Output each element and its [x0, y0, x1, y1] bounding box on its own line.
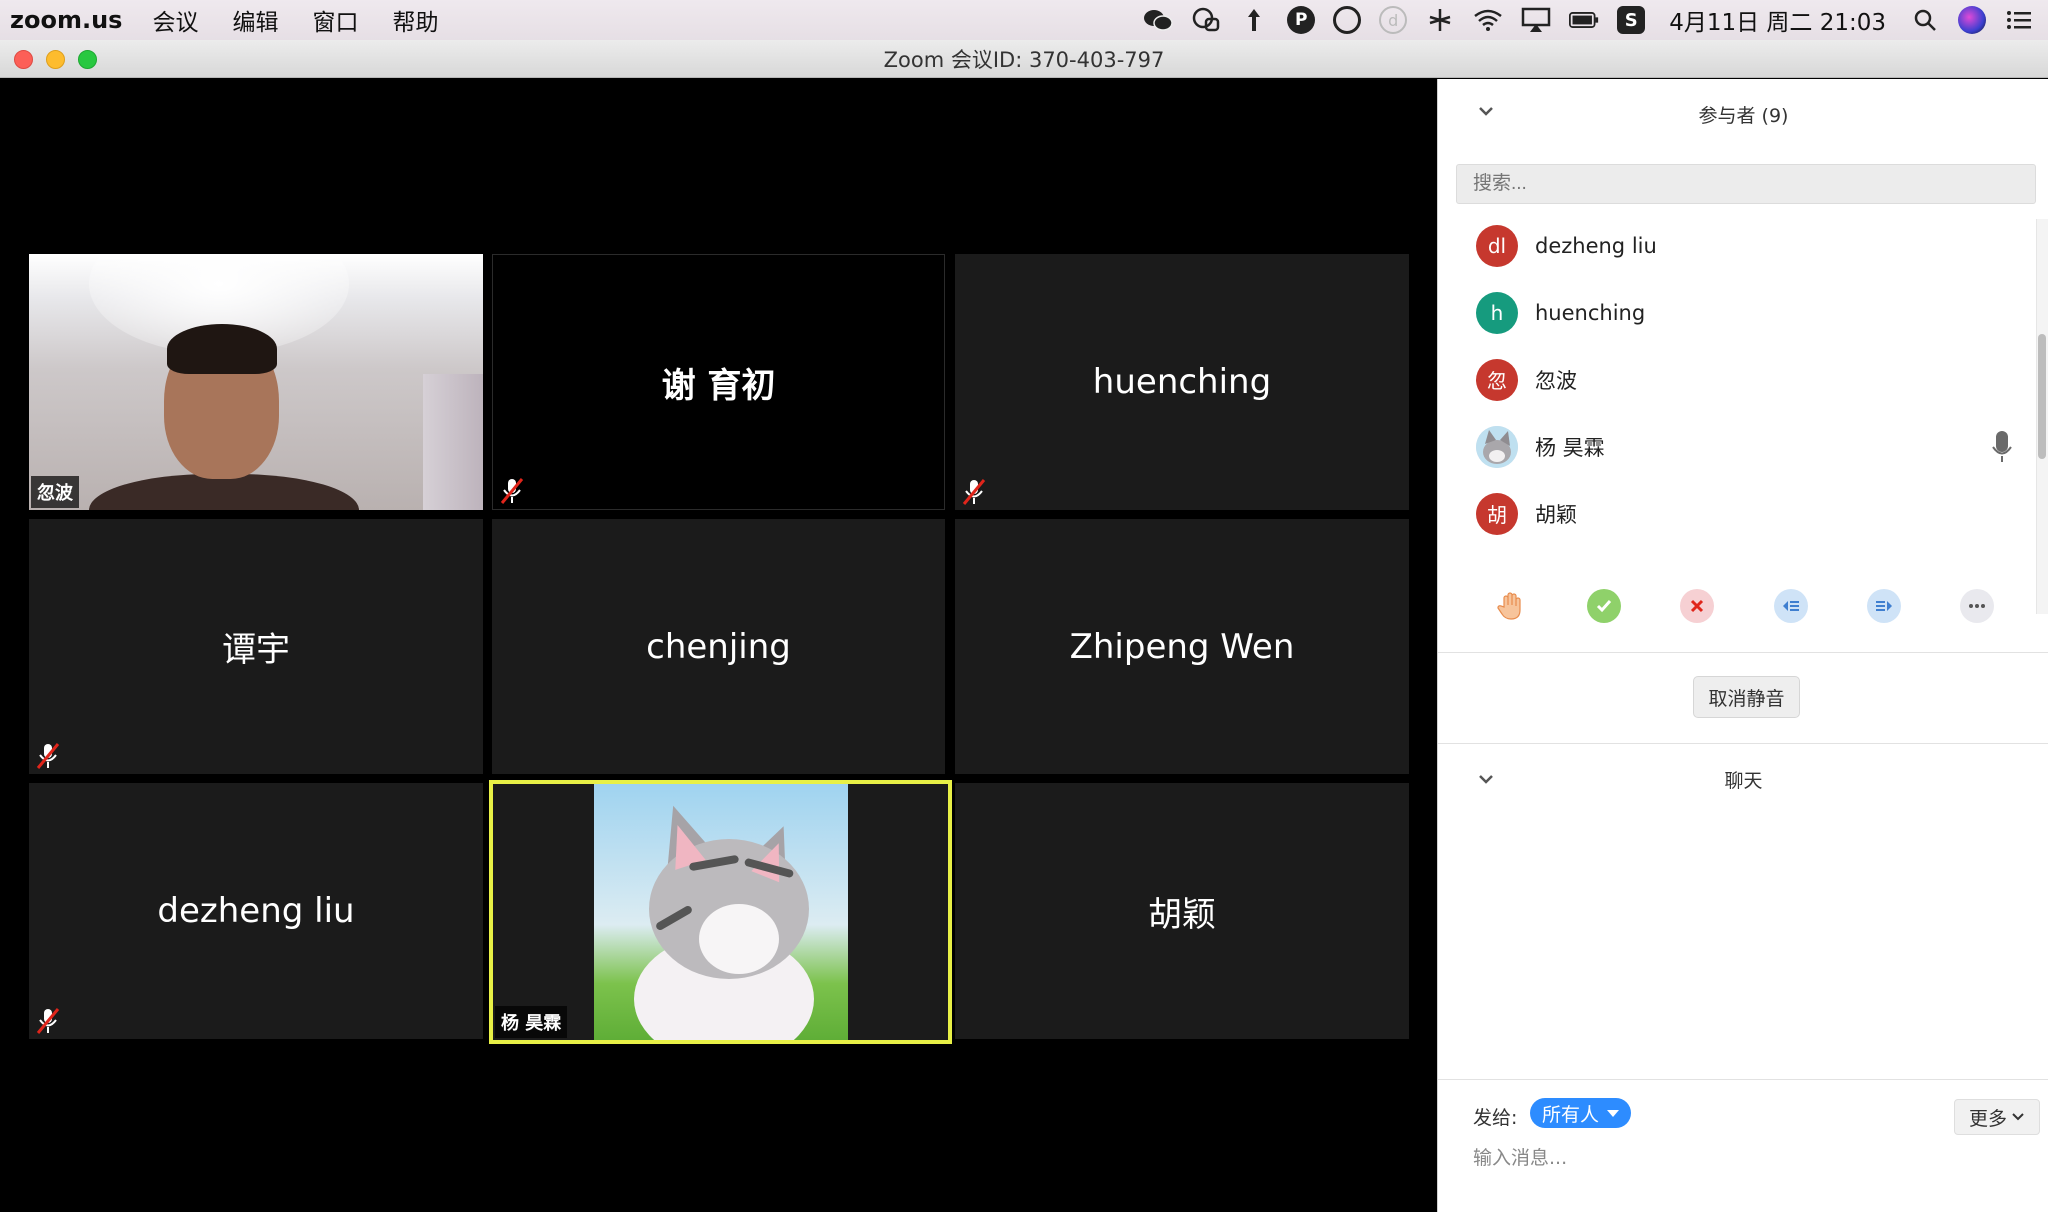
recipient-label: 所有人: [1542, 1103, 1600, 1126]
participant-name: huenching: [1535, 300, 1646, 325]
send-to-label: 发给:: [1473, 1107, 1518, 1129]
recipient-dropdown[interactable]: 所有人: [1530, 1098, 1632, 1128]
notification-list-icon[interactable]: [2004, 5, 2034, 35]
minimize-window-button[interactable]: [46, 50, 65, 69]
participant-name: huenching: [1092, 362, 1272, 402]
window-title: Zoom 会议ID: 370-403-797: [883, 47, 1165, 72]
avatar: 胡: [1476, 492, 1518, 535]
participant-row[interactable]: 忽 忽波: [1438, 346, 2033, 413]
chevron-down-icon[interactable]: [1476, 769, 1496, 789]
participant-row[interactable]: 胡 胡颖: [1438, 480, 2033, 547]
video-tile-dezheng-liu[interactable]: dezheng liu: [29, 783, 483, 1039]
yes-check-icon[interactable]: [1587, 589, 1621, 623]
no-x-icon[interactable]: [1680, 589, 1714, 623]
video-tile-tanyu[interactable]: 谭宇: [29, 519, 483, 774]
chat-message-input[interactable]: [1473, 1147, 2013, 1169]
chat-title: 聊天: [1724, 769, 1763, 792]
participant-name: 胡颖: [1148, 894, 1216, 935]
participant-row[interactable]: 杨 昊霖: [1438, 413, 2033, 480]
chat-bubbles-icon[interactable]: [1191, 5, 1221, 35]
airplay-icon[interactable]: [1521, 5, 1551, 35]
caret-down-icon: [1607, 1109, 1620, 1117]
upload-arrow-icon[interactable]: [1239, 5, 1269, 35]
s-app-icon[interactable]: S: [1617, 6, 1646, 34]
video-tile-caption: 忽波: [31, 476, 79, 508]
avatar: 忽: [1476, 358, 1518, 401]
video-tile-zhipeng-wen[interactable]: Zhipeng Wen: [955, 519, 1409, 774]
participant-name: Zhipeng Wen: [1069, 626, 1295, 667]
menu-edit[interactable]: 编辑: [232, 3, 278, 37]
menu-help[interactable]: 帮助: [392, 3, 438, 37]
divider: [1438, 743, 2048, 744]
close-window-button[interactable]: [14, 50, 33, 69]
webcam-feed: [29, 254, 483, 510]
chevron-down-icon: [2012, 1113, 2024, 1121]
participant-name: 谢 育初: [661, 365, 776, 406]
app-menu-zoom[interactable]: zoom.us: [10, 6, 122, 34]
participant-scrollbar-thumb[interactable]: [2038, 334, 2046, 459]
more-feedback-icon[interactable]: [1960, 589, 1994, 623]
muted-mic-icon: [500, 478, 524, 504]
video-tile-caption: 杨 昊霖: [495, 1006, 568, 1038]
participants-header: 参与者 (9): [1438, 79, 2048, 149]
divider: [1438, 652, 2048, 653]
avatar: [1476, 425, 1518, 468]
participant-name: dezheng liu: [1535, 233, 1657, 258]
menu-window[interactable]: 窗口: [312, 3, 358, 37]
siri-icon[interactable]: [1958, 6, 1986, 34]
more-label: 更多: [1968, 1107, 2007, 1130]
avatar: dl: [1476, 224, 1518, 267]
video-tile-huenching[interactable]: huenching: [955, 254, 1409, 510]
shield-circle-icon[interactable]: [1333, 6, 1362, 34]
unmute-button[interactable]: 取消静音: [1693, 676, 1800, 718]
chevron-down-icon[interactable]: [1476, 101, 1496, 121]
wechat-icon[interactable]: [1143, 5, 1173, 35]
battery-icon: [1569, 5, 1599, 35]
macos-menu-bar: zoom.us 会议 编辑 窗口 帮助 P d S 4月11日 周二 21:03: [0, 0, 2048, 40]
spotlight-search-icon[interactable]: [1910, 5, 1940, 35]
zoom-window-button[interactable]: [78, 50, 97, 69]
window-title-bar: Zoom 会议ID: 370-403-797: [0, 40, 2048, 78]
muted-mic-icon: [36, 1008, 60, 1034]
menubar-clock[interactable]: 4月11日 周二 21:03: [1669, 3, 1886, 37]
muted-mic-icon: [36, 743, 60, 769]
participant-name: 忽波: [1535, 368, 1577, 393]
raise-hand-icon[interactable]: [1494, 589, 1528, 623]
chat-more-button[interactable]: 更多: [1954, 1099, 2040, 1135]
participant-name: 杨 昊霖: [1535, 435, 1605, 460]
microphone-icon[interactable]: [1991, 430, 2013, 464]
go-faster-icon[interactable]: [1867, 589, 1901, 623]
participant-name: 胡颖: [1535, 502, 1577, 527]
video-tile-chenjing[interactable]: chenjing: [492, 519, 945, 774]
video-tile-huying[interactable]: 胡颖: [955, 783, 1409, 1039]
menu-meeting[interactable]: 会议: [152, 3, 198, 37]
participant-name: chenjing: [646, 626, 791, 667]
participant-list: dl dezheng liu h huenching 忽 忽波 杨 昊霖 胡 胡…: [1438, 212, 2033, 547]
video-tile-yang-haolin[interactable]: 杨 昊霖: [489, 780, 952, 1044]
chat-header: 聊天: [1438, 749, 2048, 809]
participant-name: 谭宇: [222, 630, 290, 670]
wifi-icon[interactable]: [1473, 5, 1503, 35]
cat-avatar-image: [594, 784, 848, 1040]
scissors-icon[interactable]: [1425, 5, 1455, 35]
side-panel: 参与者 (9) dl dezheng liu h huenching 忽 忽波 …: [1437, 79, 2048, 1212]
participants-title: 参与者 (9): [1698, 104, 1789, 127]
avatar: h: [1476, 291, 1518, 334]
go-slower-icon[interactable]: [1774, 589, 1808, 623]
p-circle-icon[interactable]: P: [1287, 6, 1316, 34]
participant-search-input[interactable]: [1456, 164, 2036, 204]
video-gallery: 忽波 谢 育初 huenching 谭宇 chenjing Zhipeng We…: [0, 79, 1437, 1212]
participant-row[interactable]: h huenching: [1438, 279, 2033, 346]
muted-mic-icon: [962, 479, 986, 505]
participant-row[interactable]: dl dezheng liu: [1438, 212, 2033, 279]
video-tile-xie-yuchu[interactable]: 谢 育初: [492, 254, 945, 510]
status-tray: P d S 4月11日 周二 21:03: [1143, 0, 2034, 40]
d-circle-icon[interactable]: d: [1379, 6, 1408, 34]
nonverbal-feedback-bar: [1438, 589, 2048, 689]
divider: [1438, 1079, 2048, 1080]
video-tile-hubo[interactable]: 忽波: [29, 254, 483, 510]
participant-name: dezheng liu: [157, 891, 355, 931]
